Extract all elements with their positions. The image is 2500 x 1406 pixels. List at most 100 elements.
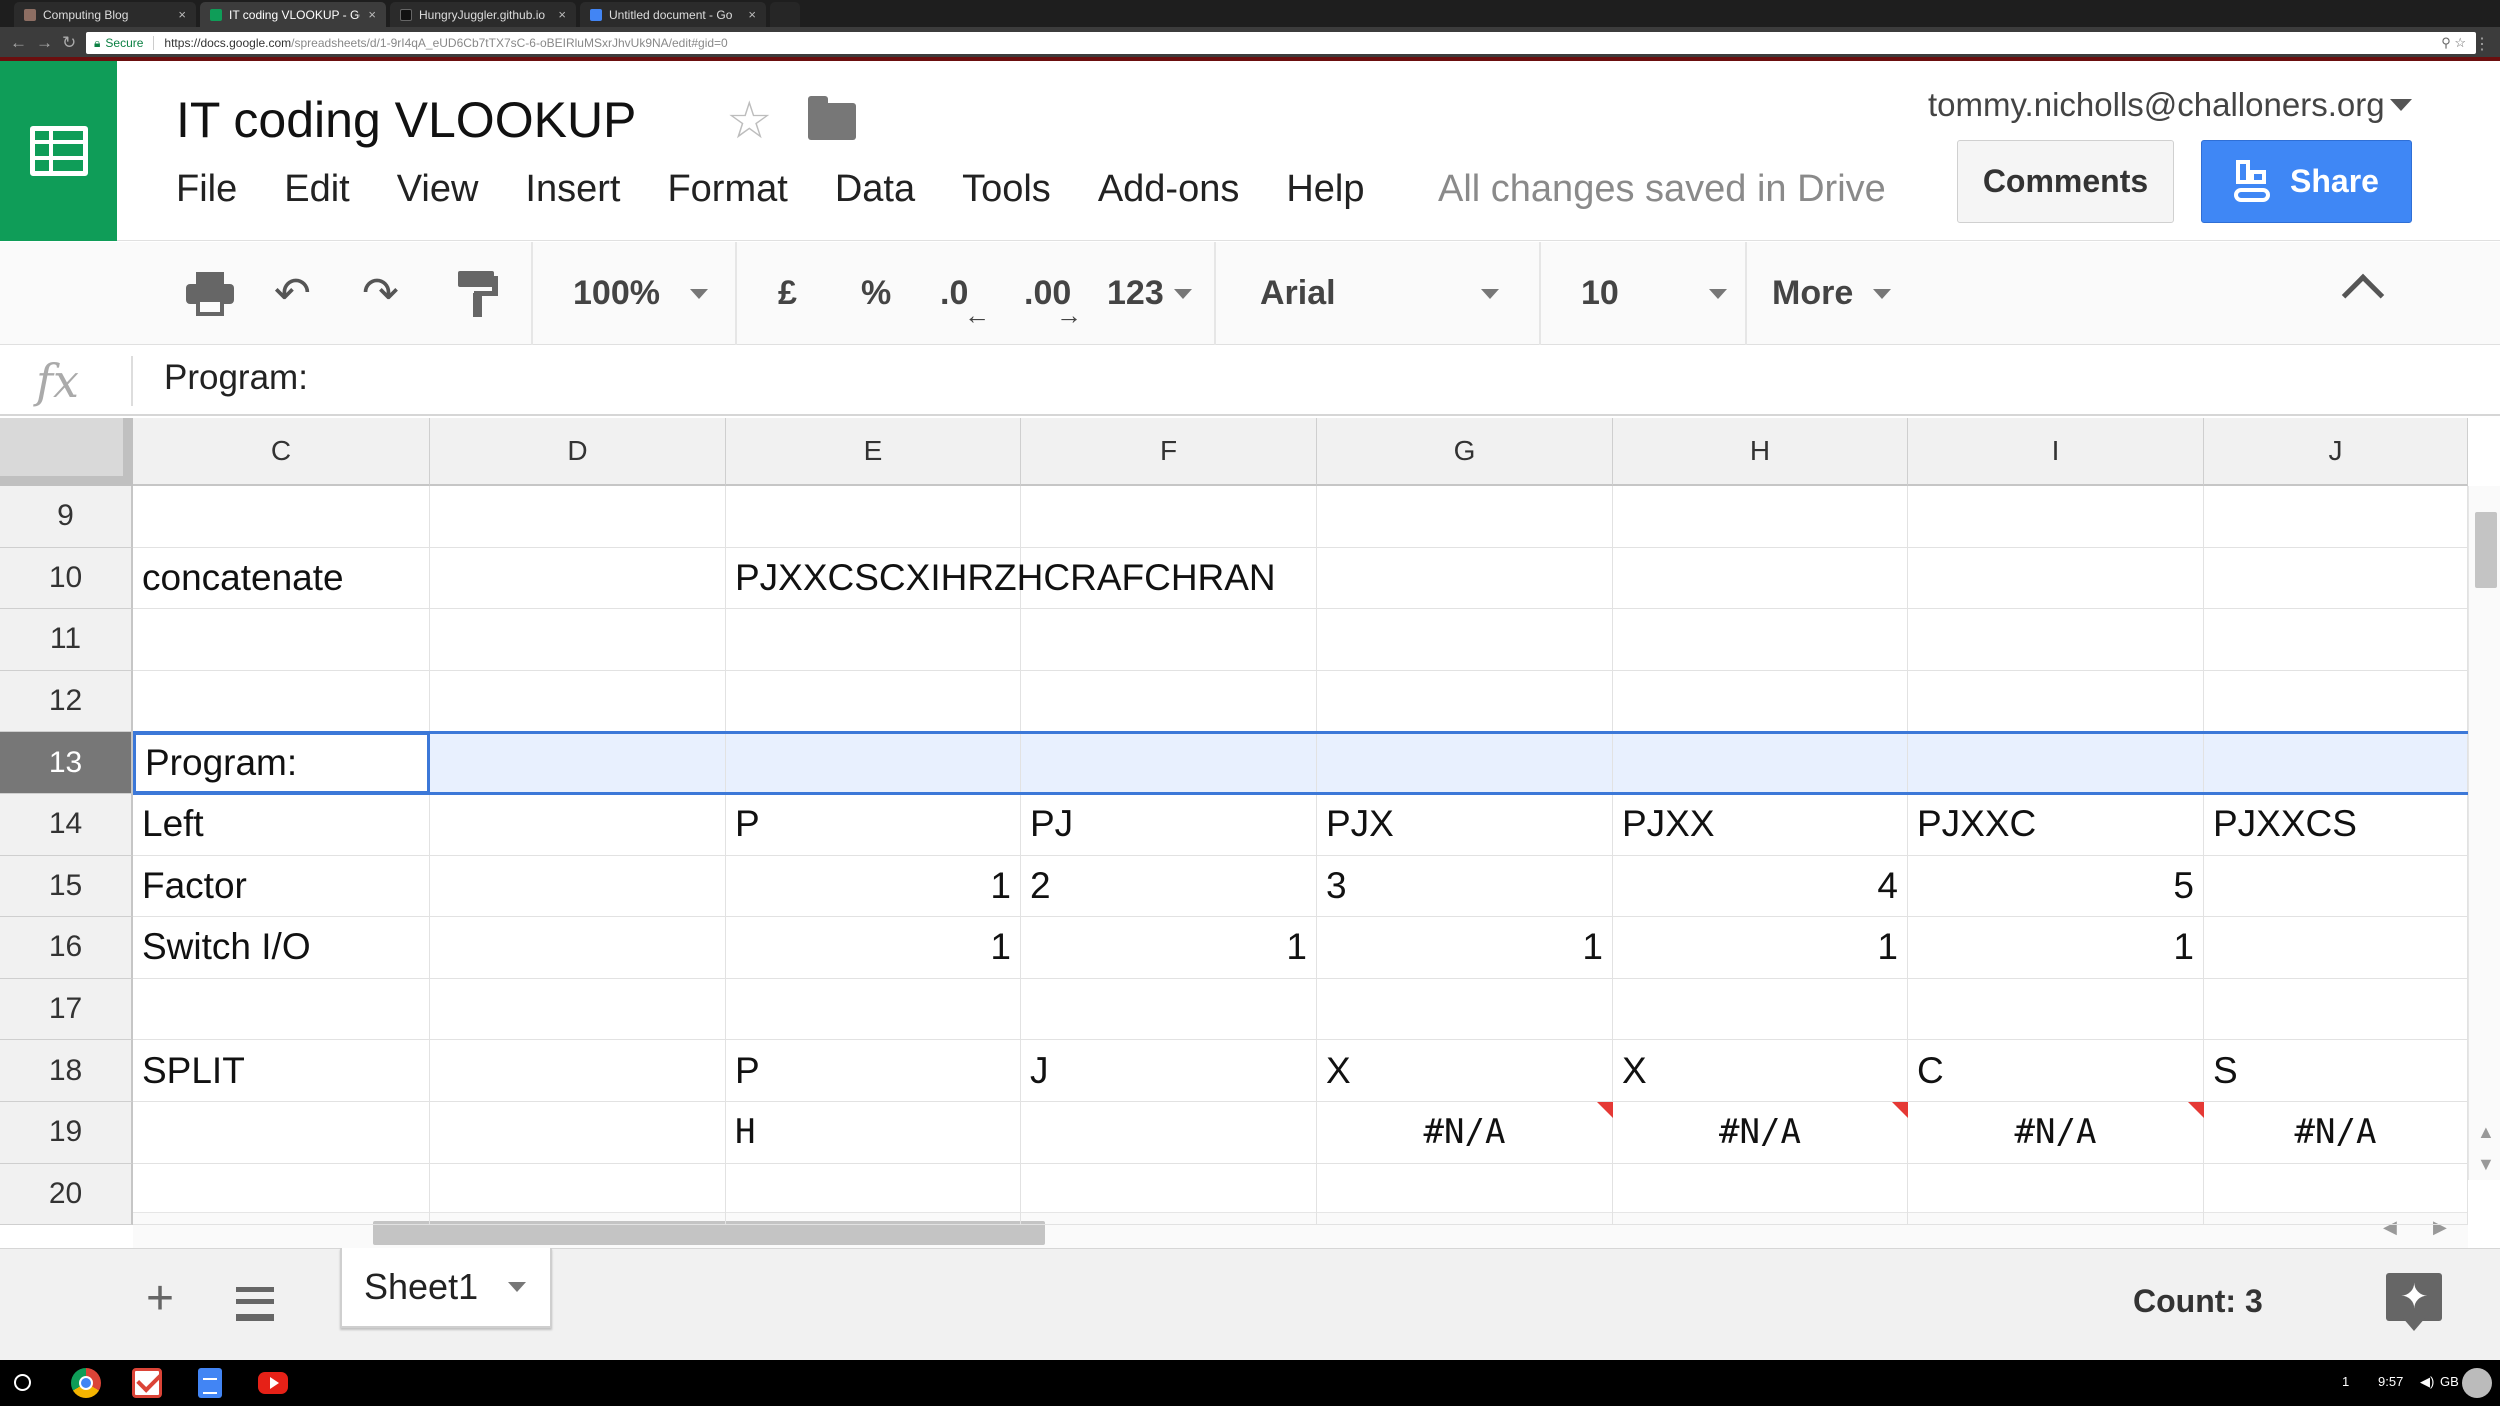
cell-g17[interactable] xyxy=(1317,978,1613,1041)
cell-f17[interactable] xyxy=(1021,978,1317,1041)
row-header-13[interactable]: 13 xyxy=(0,732,133,794)
column-header-i[interactable]: I xyxy=(1908,418,2204,486)
column-header-j[interactable]: J xyxy=(2204,418,2468,486)
cell-g19[interactable]: #N/A xyxy=(1317,1102,1613,1164)
add-sheet-button[interactable]: + xyxy=(146,1271,174,1326)
cell-i19[interactable]: #N/A xyxy=(1908,1102,2204,1164)
row-header-16[interactable]: 16 xyxy=(0,917,133,979)
formula-input[interactable]: Program: xyxy=(164,358,308,398)
docs-icon[interactable] xyxy=(198,1368,222,1398)
row-header-12[interactable]: 12 xyxy=(0,670,133,733)
cell-h11[interactable] xyxy=(1613,609,1908,671)
menu-data[interactable]: Data xyxy=(835,168,915,211)
column-header-f[interactable]: F xyxy=(1021,418,1317,486)
browser-tab-it-coding[interactable]: IT coding VLOOKUP - Go × xyxy=(200,2,386,27)
cell-f12[interactable] xyxy=(1021,670,1317,733)
cell-d17[interactable] xyxy=(430,978,726,1041)
undo-button[interactable]: ↶ xyxy=(274,242,311,345)
cell-g13[interactable] xyxy=(1317,732,1613,794)
print-button[interactable] xyxy=(186,242,234,345)
cell-j12[interactable] xyxy=(2204,670,2468,733)
cell-g15[interactable]: 3 xyxy=(1317,855,1613,918)
all-sheets-menu-icon[interactable] xyxy=(236,1287,274,1321)
cell-c9[interactable] xyxy=(133,486,430,548)
cell-e19[interactable]: H xyxy=(726,1102,1021,1164)
close-tab-icon[interactable]: × xyxy=(558,7,566,22)
cell-d11[interactable] xyxy=(430,609,726,671)
cell-j14[interactable]: PJXXCS xyxy=(2204,794,2468,856)
cell-d15[interactable] xyxy=(430,855,726,918)
more-formats-select[interactable]: 123 xyxy=(1107,242,1192,345)
share-button[interactable]: Share xyxy=(2201,140,2412,223)
row-header-18[interactable]: 18 xyxy=(0,1040,133,1102)
cell-f13[interactable] xyxy=(1021,732,1317,794)
cell-h14[interactable]: PJXX xyxy=(1613,794,1908,856)
select-all-corner[interactable] xyxy=(0,418,133,486)
youtube-icon[interactable] xyxy=(258,1372,288,1394)
browser-tab-computing-blog[interactable]: Computing Blog × xyxy=(14,2,196,27)
cell-f9[interactable] xyxy=(1021,486,1317,548)
cell-g14[interactable]: PJX xyxy=(1317,794,1613,856)
notification-count[interactable]: 1 xyxy=(2342,1374,2349,1389)
row-header-9[interactable]: 9 xyxy=(0,486,133,548)
cell-d19[interactable] xyxy=(430,1102,726,1164)
row-header-11[interactable]: 11 xyxy=(0,609,133,671)
currency-format-button[interactable]: £ xyxy=(778,242,797,345)
close-tab-icon[interactable]: × xyxy=(368,7,376,22)
cell-c18[interactable]: SPLIT xyxy=(133,1040,430,1102)
cell-d10[interactable] xyxy=(430,547,726,610)
cell-d16[interactable] xyxy=(430,917,726,979)
cell-i11[interactable] xyxy=(1908,609,2204,671)
menu-insert[interactable]: Insert xyxy=(525,168,620,211)
cell-i20[interactable] xyxy=(1908,1163,2204,1226)
menu-tools[interactable]: Tools xyxy=(962,168,1051,211)
cell-h17[interactable] xyxy=(1613,978,1908,1041)
cell-i10[interactable] xyxy=(1908,547,2204,610)
cell-c13[interactable]: Program: xyxy=(133,732,430,794)
cell-d20[interactable] xyxy=(430,1163,726,1226)
cell-h10[interactable] xyxy=(1613,547,1908,610)
cell-c19[interactable] xyxy=(133,1102,430,1164)
cell-g10[interactable] xyxy=(1317,547,1613,610)
cell-g18[interactable]: X xyxy=(1317,1040,1613,1102)
cell-f14[interactable]: PJ xyxy=(1021,794,1317,856)
cell-h20[interactable] xyxy=(1613,1163,1908,1226)
gmail-icon[interactable] xyxy=(132,1368,162,1398)
cell-j20[interactable] xyxy=(2204,1163,2468,1226)
menu-format[interactable]: Format xyxy=(667,168,787,211)
sheets-logo[interactable] xyxy=(0,61,117,241)
cell-f15[interactable]: 2 xyxy=(1021,855,1317,918)
cell-e14[interactable]: P xyxy=(726,794,1021,856)
cell-c17[interactable] xyxy=(133,978,430,1041)
column-header-e[interactable]: E xyxy=(726,418,1021,486)
cell-c20[interactable] xyxy=(133,1163,430,1226)
row-header-10[interactable]: 10 xyxy=(0,547,133,610)
menu-help[interactable]: Help xyxy=(1286,168,1364,211)
cell-e10[interactable]: PJXXCSCXIHRZHCRAFCHRAN xyxy=(726,547,1276,610)
cell-j11[interactable] xyxy=(2204,609,2468,671)
cell-c15[interactable]: Factor xyxy=(133,855,430,918)
cell-i9[interactable] xyxy=(1908,486,2204,548)
cell-e11[interactable] xyxy=(726,609,1021,671)
cell-j13[interactable] xyxy=(2204,732,2468,794)
cell-h18[interactable]: X xyxy=(1613,1040,1908,1102)
increase-decimals-button[interactable]: .00 → xyxy=(1024,242,1082,345)
menu-file[interactable]: File xyxy=(176,168,237,211)
row-header-19[interactable]: 19 xyxy=(0,1102,133,1164)
vertical-scrollbar[interactable]: ▲ ▼ xyxy=(2468,486,2500,1180)
document-title[interactable]: IT coding VLOOKUP xyxy=(176,91,636,149)
cell-e17[interactable] xyxy=(726,978,1021,1041)
forward-icon[interactable]: → xyxy=(36,33,53,53)
paint-format-button[interactable] xyxy=(458,242,498,345)
menu-view[interactable]: View xyxy=(397,168,479,211)
reload-icon[interactable]: ↻ xyxy=(62,33,76,53)
browser-tab-hungryjuggler[interactable]: HungryJuggler.github.io × xyxy=(390,2,576,27)
cell-d14[interactable] xyxy=(430,794,726,856)
cell-c16[interactable]: Switch I/O xyxy=(133,917,430,979)
browser-tab-untitled-document[interactable]: Untitled document - Go × xyxy=(580,2,766,27)
column-header-c[interactable]: C xyxy=(133,418,430,486)
sheet-tab[interactable]: Sheet1 xyxy=(340,1248,552,1328)
cell-e12[interactable] xyxy=(726,670,1021,733)
comments-button[interactable]: Comments xyxy=(1957,140,2174,223)
avatar[interactable] xyxy=(2462,1368,2492,1398)
